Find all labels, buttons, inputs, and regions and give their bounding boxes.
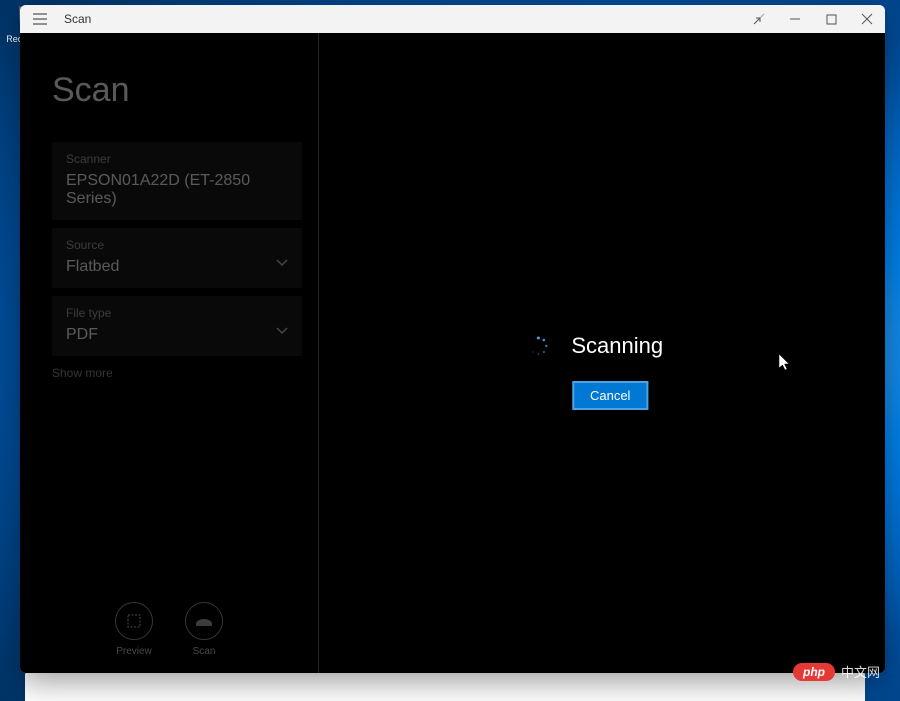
scan-icon xyxy=(194,611,214,631)
spinner-icon xyxy=(527,335,549,357)
watermark: php 中文网 xyxy=(793,662,880,681)
chevron-down-icon xyxy=(276,322,288,340)
scan-button[interactable]: Scan xyxy=(185,602,223,657)
scanner-value: EPSON01A22D (ET-2850 Series) xyxy=(66,172,288,208)
main-area: Scanning Cancel xyxy=(318,33,885,673)
window-title: Scan xyxy=(64,12,91,26)
compact-overlay-button[interactable] xyxy=(741,5,777,33)
scanning-dialog: Scanning Cancel xyxy=(527,333,663,410)
source-selector[interactable]: Source Flatbed xyxy=(52,228,302,288)
minimize-button[interactable] xyxy=(777,5,813,33)
source-value: Flatbed xyxy=(66,258,288,276)
scan-app-window: Scan Scan Scanner EPSON01A22D (ET-2850 S… xyxy=(20,5,885,673)
chevron-down-icon xyxy=(276,254,288,272)
scanner-selector[interactable]: Scanner EPSON01A22D (ET-2850 Series) xyxy=(52,142,302,220)
filetype-label: File type xyxy=(66,306,288,320)
titlebar: Scan xyxy=(20,5,885,33)
filetype-value: PDF xyxy=(66,326,288,344)
watermark-badge: php xyxy=(793,663,835,681)
page-title: Scan xyxy=(52,71,302,110)
filetype-selector[interactable]: File type PDF xyxy=(52,296,302,356)
close-button[interactable] xyxy=(849,5,885,33)
hamburger-menu-icon[interactable] xyxy=(28,7,52,31)
cancel-button[interactable]: Cancel xyxy=(572,381,648,410)
scanning-status-text: Scanning xyxy=(571,333,663,359)
maximize-button[interactable] xyxy=(813,5,849,33)
show-more-link[interactable]: Show more xyxy=(52,366,302,380)
preview-label: Preview xyxy=(116,646,152,657)
preview-icon xyxy=(125,612,143,630)
sidebar-footer: Preview Scan xyxy=(20,592,318,673)
app-body: Scan Scanner EPSON01A22D (ET-2850 Series… xyxy=(20,33,885,673)
source-label: Source xyxy=(66,238,288,252)
preview-button[interactable]: Preview xyxy=(115,602,153,657)
background-window xyxy=(25,671,865,701)
mouse-cursor-icon xyxy=(779,354,793,377)
watermark-text: 中文网 xyxy=(841,662,880,681)
sidebar: Scan Scanner EPSON01A22D (ET-2850 Series… xyxy=(20,33,318,673)
scanner-label: Scanner xyxy=(66,152,288,166)
scan-label: Scan xyxy=(193,646,216,657)
